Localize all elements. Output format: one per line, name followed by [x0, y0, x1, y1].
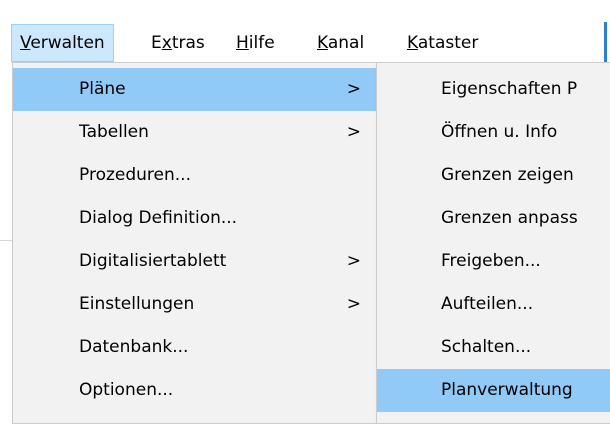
submenu-item-label: Eigenschaften P [441, 79, 578, 99]
submenu-item[interactable]: Öffnen u. Info [377, 111, 610, 154]
window-accent-edge [604, 22, 607, 66]
menu-item-label: Prozeduren... [79, 165, 191, 185]
menubar-item-hilfe[interactable]: Hilfe [228, 24, 283, 62]
submenu-item[interactable]: Grenzen anpass [377, 197, 610, 240]
menubar-item-label: Kataster [407, 33, 479, 53]
submenu-item-label: Grenzen zeigen [441, 165, 574, 185]
menu-item[interactable]: Dialog Definition... [13, 197, 377, 240]
menu-item[interactable]: Datenbank... [13, 326, 377, 369]
menu-item-label: Einstellungen [79, 294, 195, 314]
menubar-item-label: Kanal [317, 33, 365, 53]
submenu-item-label: Aufteilen... [441, 294, 534, 314]
submenu-arrow-icon: > [346, 294, 361, 314]
verwalten-dropdown-menu: Pläne > Tabellen > Prozeduren... Dialog Defin… [12, 62, 378, 424]
menu-item-label: Optionen... [79, 380, 174, 400]
menu-item[interactable]: Digitalisiertablett > [13, 240, 377, 283]
background-line [0, 240, 12, 241]
menu-item[interactable]: Tabellen > [13, 111, 377, 154]
submenu-arrow-icon: > [346, 122, 361, 142]
menu-item-label: Tabellen [79, 122, 149, 142]
submenu-item-label: Öffnen u. Info [441, 122, 558, 142]
menubar-item-kataster[interactable]: Kataster [399, 24, 486, 62]
submenu-item[interactable]: Planverwaltung [377, 369, 610, 412]
submenu-item[interactable]: Freigeben... [377, 240, 610, 283]
menu-item-label: Digitalisiertablett [79, 251, 227, 271]
menu-item[interactable]: Optionen... [13, 369, 377, 412]
submenu-item-label: Schalten... [441, 337, 532, 357]
menubar-item-label: erwalten [30, 33, 105, 53]
menubar-item-extras[interactable]: Extras [143, 24, 213, 62]
submenu-item-label: Freigeben... [441, 251, 541, 271]
menubar-item-kanal[interactable]: Kanal [309, 24, 372, 62]
submenu-item-label: Planverwaltung [441, 380, 573, 400]
menubar-item-label: Extras [151, 33, 205, 53]
menu-item[interactable]: Einstellungen > [13, 283, 377, 326]
menu-item[interactable]: Prozeduren... [13, 154, 377, 197]
menu-item[interactable]: Pläne > [13, 68, 377, 111]
menu-bar: Verwalten Extras Hilfe Kanal Kataster [0, 0, 610, 70]
menubar-mnemonic: V [20, 33, 31, 53]
submenu-item[interactable]: Grenzen zeigen [377, 154, 610, 197]
menu-item-label: Dialog Definition... [79, 208, 238, 228]
menu-item-label: Pläne [79, 79, 126, 99]
submenu-arrow-icon: > [346, 79, 361, 99]
plaene-submenu: Eigenschaften P Öffnen u. Info Grenzen zei… [376, 62, 610, 424]
submenu-arrow-icon: > [346, 251, 361, 271]
submenu-item[interactable]: Eigenschaften P [377, 68, 610, 111]
submenu-item[interactable]: Aufteilen... [377, 283, 610, 326]
menu-item-label: Datenbank... [79, 337, 189, 357]
submenu-item[interactable]: Schalten... [377, 326, 610, 369]
bottom-strip [0, 424, 610, 434]
menubar-item-verwalten[interactable]: Verwalten [11, 24, 114, 62]
submenu-item-label: Grenzen anpass [441, 208, 578, 228]
menubar-item-label: Hilfe [236, 33, 275, 53]
